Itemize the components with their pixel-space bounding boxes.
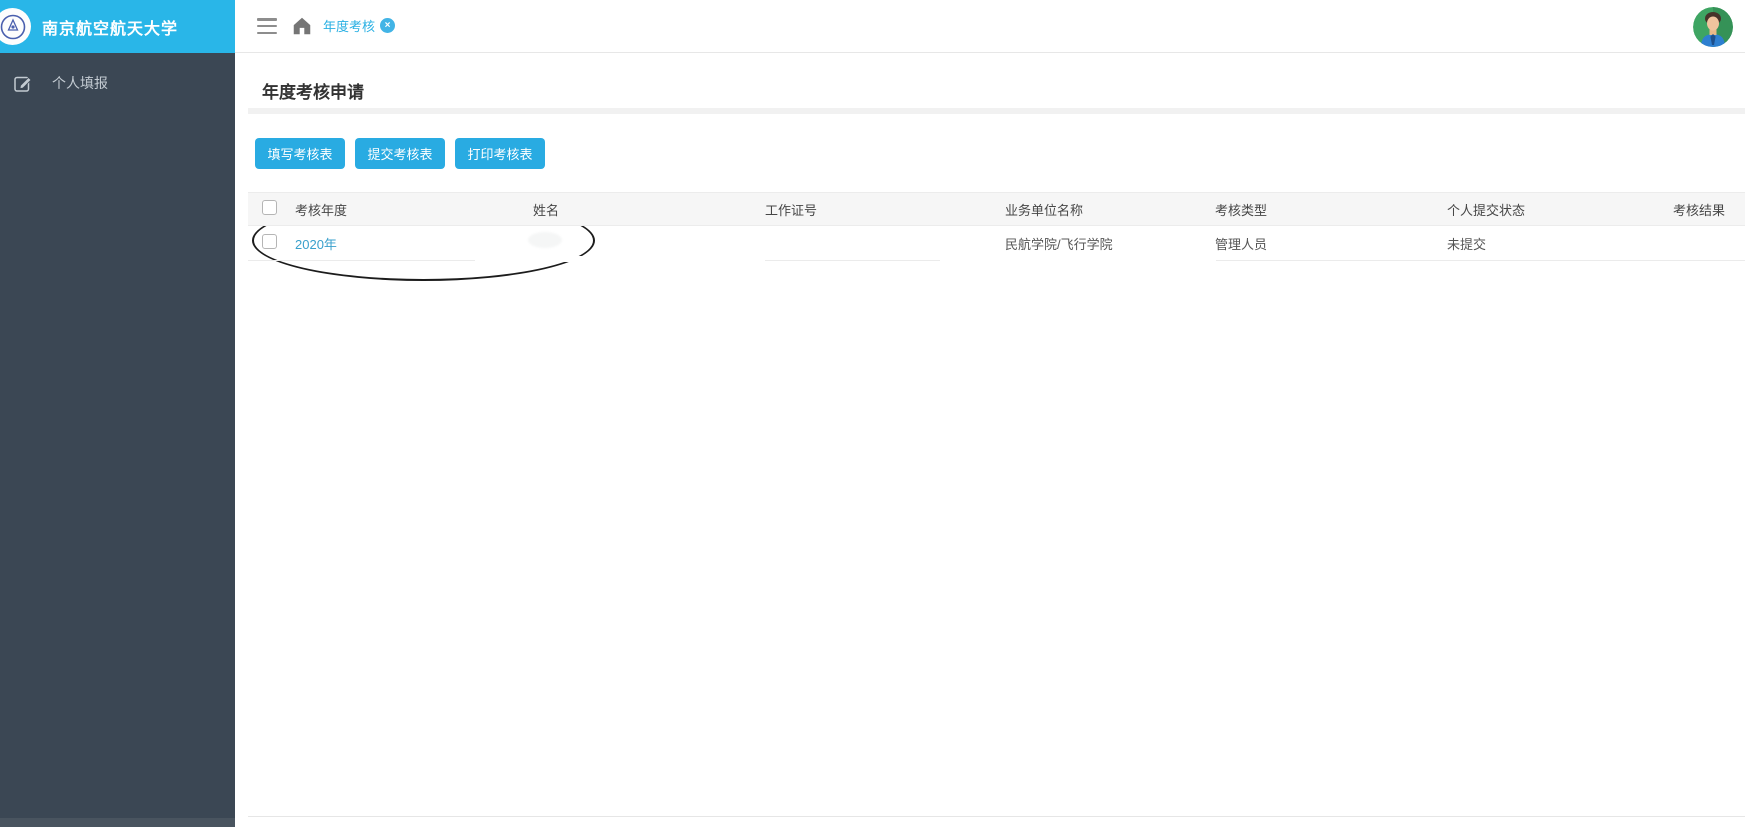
brand-header: 南京航空航天大学: [0, 0, 235, 53]
print-assessment-form-button[interactable]: 打印考核表: [455, 138, 545, 169]
action-buttons: 填写考核表 提交考核表 打印考核表: [255, 138, 555, 169]
brand-title: 南京航空航天大学: [42, 15, 178, 39]
redaction-smudge: [528, 232, 562, 248]
main-content: 年度考核申请 填写考核表 提交考核表 打印考核表 考核年度 姓名 工作证号 业务…: [235, 54, 1745, 827]
cell-assess-type: 管理人员: [1215, 234, 1447, 253]
sidebar-menu: 个人填报: [0, 60, 235, 106]
sidebar-footer: [0, 818, 235, 827]
assessment-table: 考核年度 姓名 工作证号 业务单位名称 考核类型 个人提交状态 考核结果 202…: [248, 192, 1745, 261]
tab-close-icon[interactable]: ×: [380, 18, 395, 33]
row-checkbox[interactable]: [262, 234, 277, 249]
col-header-assess-type: 考核类型: [1215, 200, 1447, 219]
table-header-row: 考核年度 姓名 工作证号 业务单位名称 考核类型 个人提交状态 考核结果: [248, 192, 1745, 226]
sidebar: 南京航空航天大学 个人填报: [0, 0, 235, 827]
col-header-name: 姓名: [533, 200, 765, 219]
tab-annual-assessment[interactable]: 年度考核 ×: [323, 16, 395, 35]
university-logo-icon: [0, 8, 31, 45]
title-divider: [248, 108, 1745, 114]
select-all-checkbox[interactable]: [262, 200, 277, 215]
edit-icon: [14, 74, 32, 92]
topbar: 年度考核 ×: [235, 0, 1745, 53]
redaction-patch: [940, 256, 1216, 262]
sidebar-item-personal-report[interactable]: 个人填报: [0, 60, 235, 106]
cell-unit: 民航学院/飞行学院: [1005, 234, 1215, 253]
user-avatar[interactable]: [1693, 7, 1733, 47]
page-title: 年度考核申请: [262, 78, 364, 103]
col-header-result: 考核结果: [1673, 200, 1745, 219]
home-icon[interactable]: [291, 15, 313, 37]
submit-assessment-form-button[interactable]: 提交考核表: [355, 138, 445, 169]
tab-label: 年度考核: [323, 16, 375, 35]
col-header-submit-status: 个人提交状态: [1447, 200, 1673, 219]
fill-assessment-form-button[interactable]: 填写考核表: [255, 138, 345, 169]
col-header-work-id: 工作证号: [765, 200, 1005, 219]
col-header-unit: 业务单位名称: [1005, 200, 1215, 219]
col-header-assess-year: 考核年度: [288, 200, 533, 219]
assess-year-link[interactable]: 2020年: [295, 237, 337, 252]
sidebar-item-label: 个人填报: [52, 73, 108, 93]
table-row: 2020年 民航学院/飞行学院 管理人员 未提交: [248, 226, 1745, 261]
cell-submit-status: 未提交: [1447, 234, 1673, 253]
redaction-patch: [475, 256, 765, 262]
menu-toggle-icon[interactable]: [257, 18, 277, 34]
bottom-divider: [248, 816, 1745, 817]
